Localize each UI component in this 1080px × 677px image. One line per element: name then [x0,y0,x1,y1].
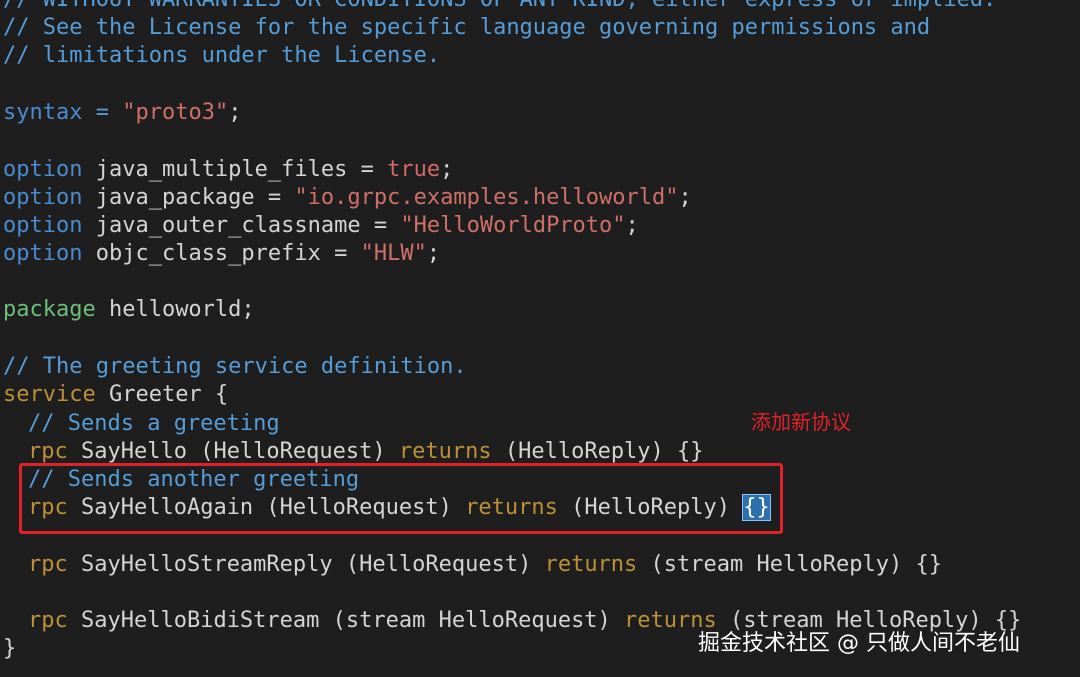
watermark: 掘金技术社区 @ 只做人间不老仙 [698,631,1020,656]
punctuation: ; [678,185,692,210]
option-line: option objc_class_prefix = "HLW"; [3,240,440,268]
rpc-signature: SayHelloBidiStream (stream HelloRequest) [67,608,625,633]
service-keyword: service [3,382,96,407]
service-name: Greeter { [95,382,229,407]
annotation-label: 添加新协议 [751,410,851,434]
rpc-keyword: rpc [28,608,68,633]
package-name: helloworld; [95,297,255,322]
option-keyword: option [3,241,83,266]
rpc-line-sayhellostreamreply: rpc SayHelloStreamReply (HelloRequest) r… [3,551,942,579]
option-keyword: option [3,157,83,182]
punctuation: ; [426,241,441,266]
option-keyword: option [3,213,83,238]
comment-line: // The greeting service definition. [3,354,467,379]
code-editor[interactable]: // WITHOUT WARRANTIES OR CONDITIONS OF A… [0,0,1080,677]
rpc-keyword: rpc [28,439,68,464]
rpc-return: (HelloReply) {} [491,439,704,464]
punctuation: ; [625,213,639,238]
option-name: java_package = [82,185,295,210]
rpc-keyword: rpc [28,552,68,577]
punctuation: ; [228,100,242,125]
rpc-signature: SayHello (HelloRequest) [67,439,399,464]
string-literal: "io.grpc.examples.helloworld" [294,185,679,210]
service-line: service Greeter { [3,381,228,409]
string-literal: "proto3" [122,100,229,125]
rpc-return: (stream HelloReply) {} [637,552,942,577]
returns-keyword: returns [398,439,492,464]
package-line: package helloworld; [3,296,255,324]
bool-literal: true [387,157,441,182]
rpc-signature: SayHelloStreamReply (HelloRequest) [67,552,545,577]
returns-keyword: returns [544,552,638,577]
comment-line: // limitations under the License. [3,43,441,68]
syntax-keyword: syntax [3,100,83,125]
option-line: option java_outer_classname = "HelloWorl… [3,212,639,240]
option-line: option java_package = "io.grpc.examples.… [3,184,692,212]
package-keyword: package [3,297,96,322]
string-literal: "HelloWorldProto" [400,213,626,238]
highlight-box [19,463,783,534]
punctuation: ; [440,157,454,182]
string-literal: "HLW" [360,241,427,266]
option-name: java_outer_classname = [82,213,401,238]
option-keyword: option [3,185,83,210]
closing-brace: } [3,636,17,661]
operator: = [82,100,123,125]
option-line: option java_multiple_files = true; [3,156,453,184]
option-name: objc_class_prefix = [82,241,361,266]
syntax-line: syntax = "proto3"; [3,99,241,127]
comment-line: // See the License for the specific lang… [3,15,931,40]
rpc-line-sayhello: rpc SayHello (HelloRequest) returns (Hel… [3,438,704,466]
comment-line: // Sends a greeting [28,411,280,436]
comment-line: // WITHOUT WARRANTIES OR CONDITIONS OF A… [3,0,996,14]
option-name: java_multiple_files = [82,157,388,182]
